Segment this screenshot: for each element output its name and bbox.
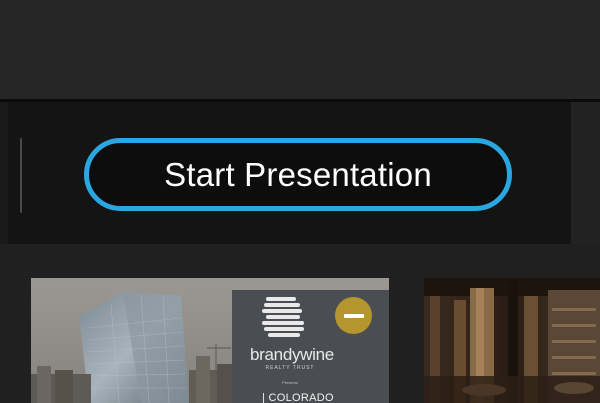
poster-subtitle: REALTY TRUST: [265, 365, 315, 371]
remove-slide-button[interactable]: [335, 297, 372, 334]
minus-icon: [343, 313, 364, 318]
slide-thumbnail[interactable]: [424, 278, 600, 403]
toolbar-side-panel: [571, 102, 600, 244]
poster-sign: | COLORADO: [262, 392, 334, 403]
brandywine-logo-icon: [262, 297, 304, 337]
toolbar-separator: [20, 138, 22, 213]
poster-presents: Presents: [282, 380, 298, 385]
start-presentation-label: Start Presentation: [164, 155, 432, 193]
header-bar: [0, 0, 600, 99]
poster-brand-name: brandywine: [250, 345, 334, 364]
start-presentation-button[interactable]: Start Presentation: [84, 138, 512, 211]
restaurant-photo: [424, 278, 600, 403]
presentation-toolbar: Start Presentation: [0, 102, 600, 244]
toolbar-edge: [0, 102, 8, 244]
app-window: Start Presentation brandywine REALTY TRU…: [0, 0, 600, 403]
